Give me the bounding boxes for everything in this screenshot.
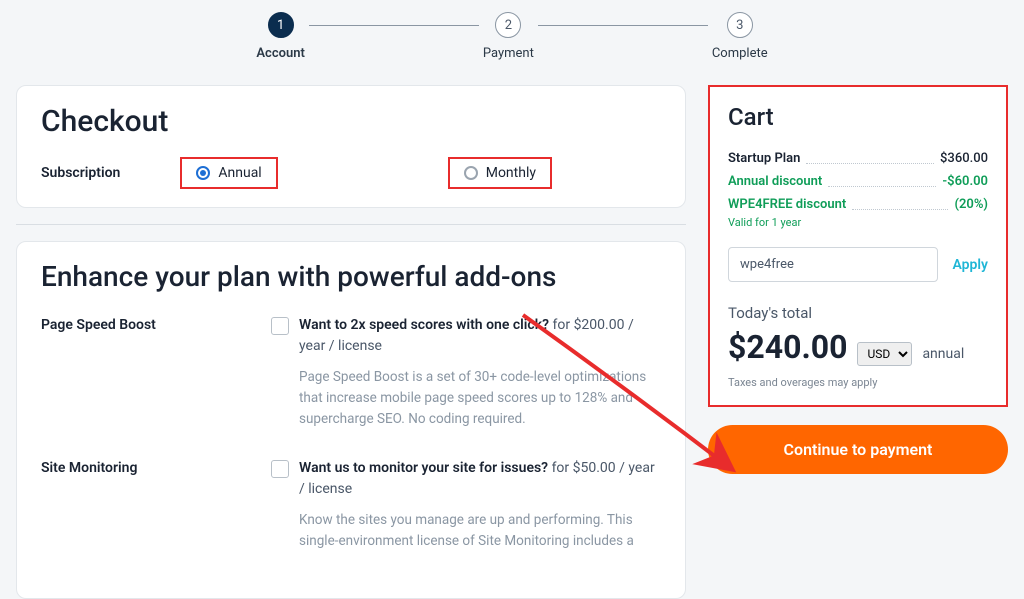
addon-question: Want us to monitor your site for issues? (299, 460, 548, 476)
step-label: Account (256, 46, 304, 61)
radio-monthly[interactable]: Monthly (448, 157, 552, 189)
addons-card: Enhance your plan with powerful add-ons … (16, 241, 686, 599)
item-value: $360.00 (940, 151, 988, 166)
item-name: Startup Plan (728, 151, 800, 166)
total-amount: $240.00 (728, 328, 847, 366)
continue-to-payment-button[interactable]: Continue to payment (708, 425, 1008, 474)
cart-line-item: Annual discount -$60.00 (728, 174, 988, 189)
step-connector (538, 25, 708, 26)
step-label: Payment (483, 46, 534, 61)
item-value: (20%) (954, 197, 988, 212)
cart-line-item: Startup Plan $360.00 (728, 151, 988, 166)
dotted-leader (852, 200, 948, 210)
radio-label: Annual (218, 165, 261, 181)
addon-name: Page Speed Boost (41, 315, 241, 430)
checkout-title: Checkout (41, 104, 661, 139)
step-connector (309, 25, 479, 26)
addon-description: Know the sites you manage are up and per… (299, 510, 661, 552)
currency-select[interactable]: USD (857, 342, 912, 366)
subscription-label: Subscription (41, 165, 120, 181)
promo-code-input[interactable] (728, 247, 938, 282)
addon-row: Page Speed Boost Want to 2x speed scores… (41, 315, 661, 430)
addon-question: Want to 2x speed scores with one click? (299, 317, 549, 333)
radio-annual[interactable]: Annual (180, 157, 277, 189)
dotted-leader (828, 177, 936, 187)
discount-validity: Valid for 1 year (728, 216, 988, 229)
step-complete: 3 Complete (712, 12, 768, 61)
radio-icon (196, 166, 210, 180)
radio-icon (464, 166, 478, 180)
addon-checkbox[interactable] (271, 460, 289, 478)
cart-line-item: WPE4FREE discount (20%) (728, 197, 988, 212)
checkout-card: Checkout Subscription Annual Monthly (16, 85, 686, 208)
billing-period: annual (922, 346, 964, 362)
apply-button[interactable]: Apply (952, 257, 988, 273)
progress-stepper: 1 Account 2 Payment 3 Complete (0, 0, 1024, 69)
step-label: Complete (712, 46, 768, 61)
tax-note: Taxes and overages may apply (728, 376, 988, 389)
section-divider (16, 224, 686, 225)
item-name: Annual discount (728, 174, 822, 189)
step-number: 1 (268, 12, 294, 38)
total-label: Today's total (728, 304, 988, 322)
dotted-leader (806, 154, 934, 164)
cart-title: Cart (728, 103, 988, 131)
step-payment: 2 Payment (483, 12, 534, 61)
addon-checkbox[interactable] (271, 317, 289, 335)
addons-title: Enhance your plan with powerful add-ons (41, 260, 661, 293)
step-number: 3 (727, 12, 753, 38)
addon-description: Page Speed Boost is a set of 30+ code-le… (299, 367, 661, 430)
step-number: 2 (495, 12, 521, 38)
cart-panel: Cart Startup Plan $360.00 Annual discoun… (708, 85, 1008, 407)
radio-label: Monthly (486, 165, 536, 181)
item-name: WPE4FREE discount (728, 197, 846, 212)
step-account: 1 Account (256, 12, 304, 61)
item-value: -$60.00 (942, 174, 988, 189)
